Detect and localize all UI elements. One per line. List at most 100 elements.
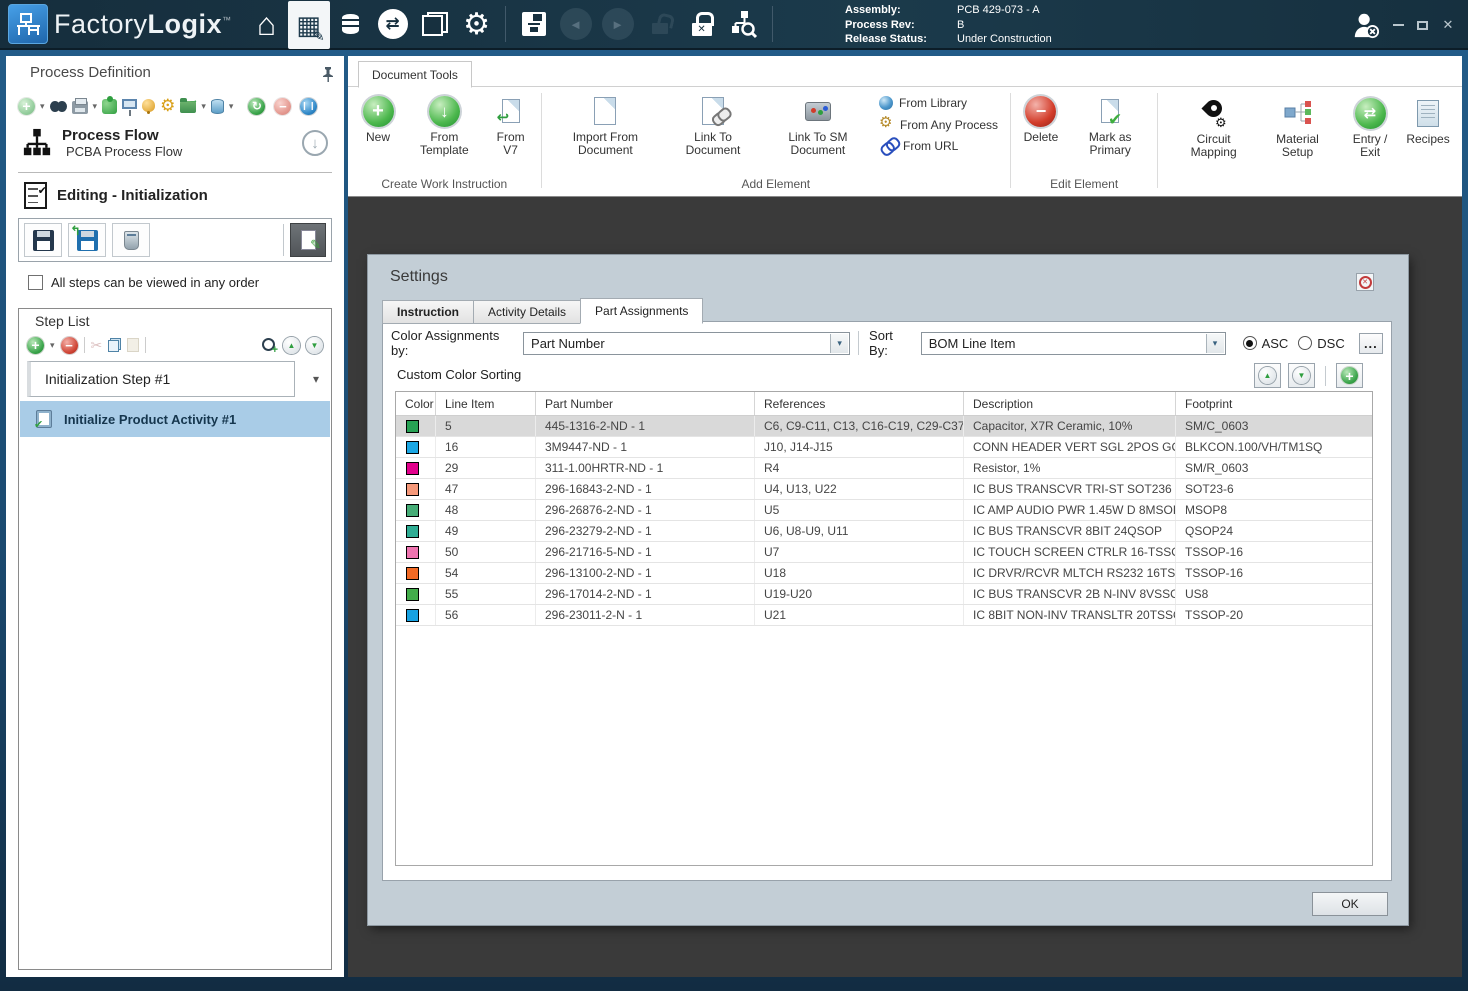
reports-button[interactable]: [414, 1, 456, 47]
from-template-button[interactable]: From Template: [404, 87, 485, 157]
table-row[interactable]: 47 296-16843-2-ND - 1 U4, U13, U22 IC BUS T…: [396, 479, 1372, 500]
home-button[interactable]: [246, 1, 288, 47]
remove-step-button[interactable]: [60, 336, 78, 354]
any-order-checkbox[interactable]: [28, 275, 43, 290]
data-import-button[interactable]: [330, 1, 372, 47]
process-audit-button[interactable]: [723, 1, 765, 47]
tab-instruction[interactable]: Instruction: [382, 300, 474, 324]
remove-process-button[interactable]: [274, 97, 292, 115]
pause-button[interactable]: [300, 97, 318, 115]
maximize-button[interactable]: [1408, 0, 1436, 50]
delete-button[interactable]: Delete: [1015, 87, 1067, 144]
chevron-down-icon[interactable]: [1205, 333, 1224, 353]
table-row[interactable]: 50 296-21716-5-ND - 1 U7 IC TOUCH SCREEN CT…: [396, 542, 1372, 563]
color-assignments-select[interactable]: Part Number: [523, 331, 851, 355]
more-options-button[interactable]: ...: [1358, 332, 1383, 354]
from-url-button[interactable]: From URL: [879, 139, 998, 153]
table-row[interactable]: 55 296-17014-2-ND - 1 U19-U20 IC BUS TRANSC…: [396, 584, 1372, 605]
from-library-button[interactable]: From Library: [879, 96, 998, 110]
chevron-down-icon[interactable]: [313, 372, 319, 386]
add-step-caret[interactable]: [50, 340, 55, 351]
unlock-button[interactable]: [639, 1, 681, 47]
database-dropdown-caret[interactable]: [229, 101, 234, 112]
dsc-radio[interactable]: [1298, 336, 1313, 350]
asc-radio[interactable]: [1242, 336, 1257, 350]
color-swatch[interactable]: [406, 503, 419, 517]
color-swatch[interactable]: [406, 524, 419, 538]
sort-move-up-button[interactable]: [1254, 363, 1281, 388]
find-button[interactable]: [49, 100, 67, 112]
print-button[interactable]: [71, 98, 88, 114]
refresh-button[interactable]: [248, 97, 266, 115]
save-as-button[interactable]: [68, 223, 106, 257]
header-footprint[interactable]: Footprint: [1176, 392, 1372, 415]
link-to-sm-document-button[interactable]: Link To SM Document: [761, 87, 875, 157]
process-flow-row[interactable]: Process Flow PCBA Process Flow: [22, 118, 334, 168]
table-row[interactable]: 16 3M9447-ND - 1 J10, J14-J15 CONN HEADER V…: [396, 437, 1372, 458]
table-row[interactable]: 49 296-23279-2-ND - 1 U6, U8-U9, U11 IC BUS…: [396, 521, 1372, 542]
expand-process-flow-button[interactable]: [302, 130, 328, 156]
step-selector[interactable]: Initialization Step #1: [27, 361, 295, 397]
add-dropdown-caret[interactable]: [40, 101, 45, 112]
color-swatch[interactable]: [406, 482, 419, 496]
settings-button[interactable]: [456, 1, 498, 47]
entry-exit-button[interactable]: Entry / Exit: [1338, 89, 1402, 159]
color-swatch[interactable]: [406, 566, 419, 580]
cut-button[interactable]: [91, 337, 103, 354]
user-button[interactable]: [1352, 0, 1380, 50]
table-row[interactable]: 56 296-23011-2-N - 1 U21 IC 8BIT NON-INV TR…: [396, 605, 1372, 626]
chevron-down-icon[interactable]: [830, 333, 849, 353]
work-instructions-button[interactable]: [287, 1, 330, 49]
close-button[interactable]: [1434, 0, 1462, 50]
table-row[interactable]: 29 311-1.00HRTR-ND - 1 R4 Resistor, 1% SM/R_…: [396, 458, 1372, 479]
pin-button[interactable]: [322, 66, 334, 86]
zoom-add-button[interactable]: [262, 337, 278, 356]
header-references[interactable]: References: [755, 392, 964, 415]
material-setup-button[interactable]: Material Setup: [1257, 89, 1338, 159]
transfer-button[interactable]: [372, 1, 414, 47]
header-color[interactable]: Color: [396, 392, 436, 415]
presentation-button[interactable]: [122, 99, 138, 116]
sort-move-down-button[interactable]: [1288, 363, 1315, 388]
back-button[interactable]: ◄: [555, 1, 597, 47]
color-swatch[interactable]: [406, 419, 419, 433]
database-button[interactable]: [210, 98, 224, 114]
plugins-button[interactable]: [102, 95, 118, 114]
mark-as-primary-button[interactable]: Mark as Primary: [1067, 87, 1153, 157]
activity-list-item[interactable]: Initialize Product Activity #1: [20, 401, 330, 437]
from-any-process-button[interactable]: From Any Process: [879, 113, 998, 132]
new-button[interactable]: New: [352, 87, 404, 144]
tab-part-assignments[interactable]: Part Assignments: [580, 298, 704, 324]
color-swatch[interactable]: [406, 440, 419, 454]
import-from-document-button[interactable]: Import From Document: [546, 87, 666, 157]
alerts-button[interactable]: [142, 98, 156, 114]
ok-button[interactable]: OK: [1312, 892, 1388, 916]
from-v7-button[interactable]: From V7: [485, 87, 537, 157]
color-swatch[interactable]: [406, 545, 419, 559]
table-row[interactable]: 5 445-1316-2-ND - 1 C6, C9-C11, C13, C16-C…: [396, 416, 1372, 437]
lock-button[interactable]: [681, 1, 723, 47]
header-part-number[interactable]: Part Number: [536, 392, 755, 415]
dsc-option[interactable]: DSC: [1298, 336, 1345, 351]
header-description[interactable]: Description: [964, 392, 1176, 415]
add-step-button[interactable]: [27, 336, 44, 354]
add-color-button[interactable]: [1336, 363, 1363, 388]
move-down-button[interactable]: [306, 336, 323, 354]
process-settings-button[interactable]: [160, 96, 175, 116]
asc-option[interactable]: ASC: [1242, 336, 1288, 351]
tab-document-tools[interactable]: Document Tools: [358, 61, 472, 88]
color-swatch[interactable]: [406, 461, 419, 475]
save-button[interactable]: [513, 1, 555, 47]
dialog-close-button[interactable]: [1356, 273, 1374, 291]
add-process-button[interactable]: [18, 97, 35, 115]
move-up-button[interactable]: [283, 336, 300, 354]
export-button[interactable]: [180, 95, 198, 113]
edit-mode-toggle[interactable]: [290, 223, 326, 257]
sort-by-select[interactable]: BOM Line Item: [920, 331, 1226, 355]
copy-button[interactable]: [108, 338, 122, 352]
circuit-mapping-button[interactable]: Circuit Mapping: [1170, 89, 1257, 159]
discard-button[interactable]: [112, 223, 150, 257]
save-step-button[interactable]: [24, 223, 62, 257]
header-line-item[interactable]: Line Item: [436, 392, 536, 415]
export-dropdown-caret[interactable]: [201, 101, 206, 112]
